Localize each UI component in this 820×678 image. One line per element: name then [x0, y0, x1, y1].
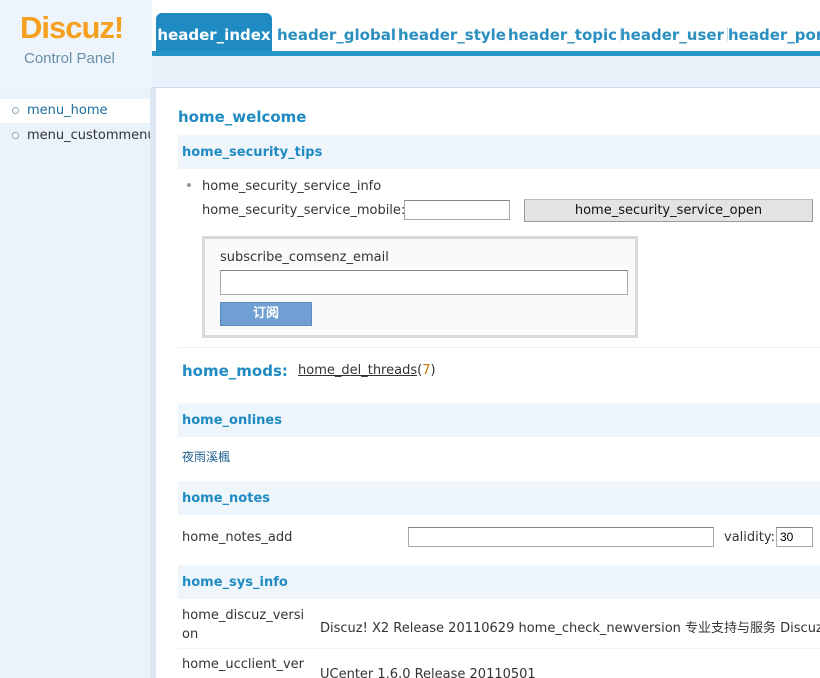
- notes-input[interactable]: [408, 527, 714, 547]
- sidebar-item-label: menu_custommenu: [27, 128, 156, 143]
- security-service-info: home_security_service_info: [202, 179, 382, 194]
- logo-brand: Discuz!: [20, 10, 124, 45]
- section-header-onlines: home_onlines: [178, 403, 820, 437]
- tab-label: header_topic: [508, 26, 618, 44]
- subscribe-label: subscribe_comsenz_email: [220, 250, 389, 265]
- bullet-icon: [187, 183, 191, 187]
- tab-header-global[interactable]: header_global: [277, 13, 400, 51]
- sidebar-item-custommenu[interactable]: menu_custommenu: [0, 124, 156, 148]
- security-mobile-input[interactable]: [404, 200, 510, 220]
- delete-threads-link[interactable]: home_del_threads: [298, 363, 417, 378]
- online-user[interactable]: 夜雨溪楓: [182, 448, 230, 465]
- mods-heading: home_mods:: [182, 362, 288, 380]
- tab-header-style[interactable]: header_style: [398, 13, 510, 51]
- sidebar-item-label: menu_home: [27, 103, 108, 118]
- sysinfo-label: home_discuz_versi: [182, 608, 305, 623]
- divider: [178, 347, 820, 348]
- validity-label: validity:: [724, 530, 775, 545]
- tab-label: header_style: [398, 26, 506, 44]
- section-header-security-tips: home_security_tips: [178, 135, 820, 169]
- tab-label: header_user: [620, 26, 724, 44]
- notes-add-label: home_notes_add: [182, 530, 293, 545]
- logo[interactable]: Discuz! Control Panel: [0, 0, 152, 88]
- logo-subtitle: Control Panel: [24, 50, 115, 67]
- subscribe-email-input[interactable]: [220, 270, 628, 295]
- sidebar: menu_home menu_custommenu: [0, 88, 156, 678]
- sysinfo-value: Discuz! X2 Release 20110629 home_check_n…: [320, 621, 820, 636]
- security-service-open-button[interactable]: home_security_service_open: [524, 199, 813, 222]
- security-mobile-label: home_security_service_mobile:: [202, 203, 406, 218]
- subscribe-button[interactable]: 订阅: [220, 302, 312, 326]
- validity-input[interactable]: [776, 527, 813, 547]
- bullet-icon: [12, 132, 19, 139]
- tab-header-portal[interactable]: header_por: [728, 13, 820, 51]
- sysinfo-label: home_ucclient_ver: [182, 657, 304, 672]
- section-header-sys-info: home_sys_info: [178, 565, 820, 599]
- divider: [178, 648, 820, 649]
- section-header-notes: home_notes: [178, 481, 820, 515]
- main-content: home_welcome home_security_tips home_sec…: [156, 88, 820, 678]
- mods-item: home_del_threads(7): [298, 363, 436, 378]
- sidebar-item-home[interactable]: menu_home: [0, 99, 152, 123]
- page-title: home_welcome: [178, 108, 307, 126]
- sysinfo-value: UCenter 1.6.0 Release 20110501: [320, 667, 536, 678]
- tab-header-user[interactable]: header_user: [620, 13, 728, 51]
- bullet-icon: [12, 107, 19, 114]
- tab-label: header_index: [157, 26, 271, 44]
- sub-nav-bar: [152, 56, 820, 88]
- sysinfo-label-wrap: on: [182, 627, 199, 642]
- tab-header-index[interactable]: header_index: [156, 13, 272, 51]
- tab-label: header_global: [277, 26, 396, 44]
- tab-header-topic[interactable]: header_topic: [508, 13, 622, 51]
- tab-label: header_por: [728, 26, 820, 44]
- close-paren: ): [430, 363, 436, 378]
